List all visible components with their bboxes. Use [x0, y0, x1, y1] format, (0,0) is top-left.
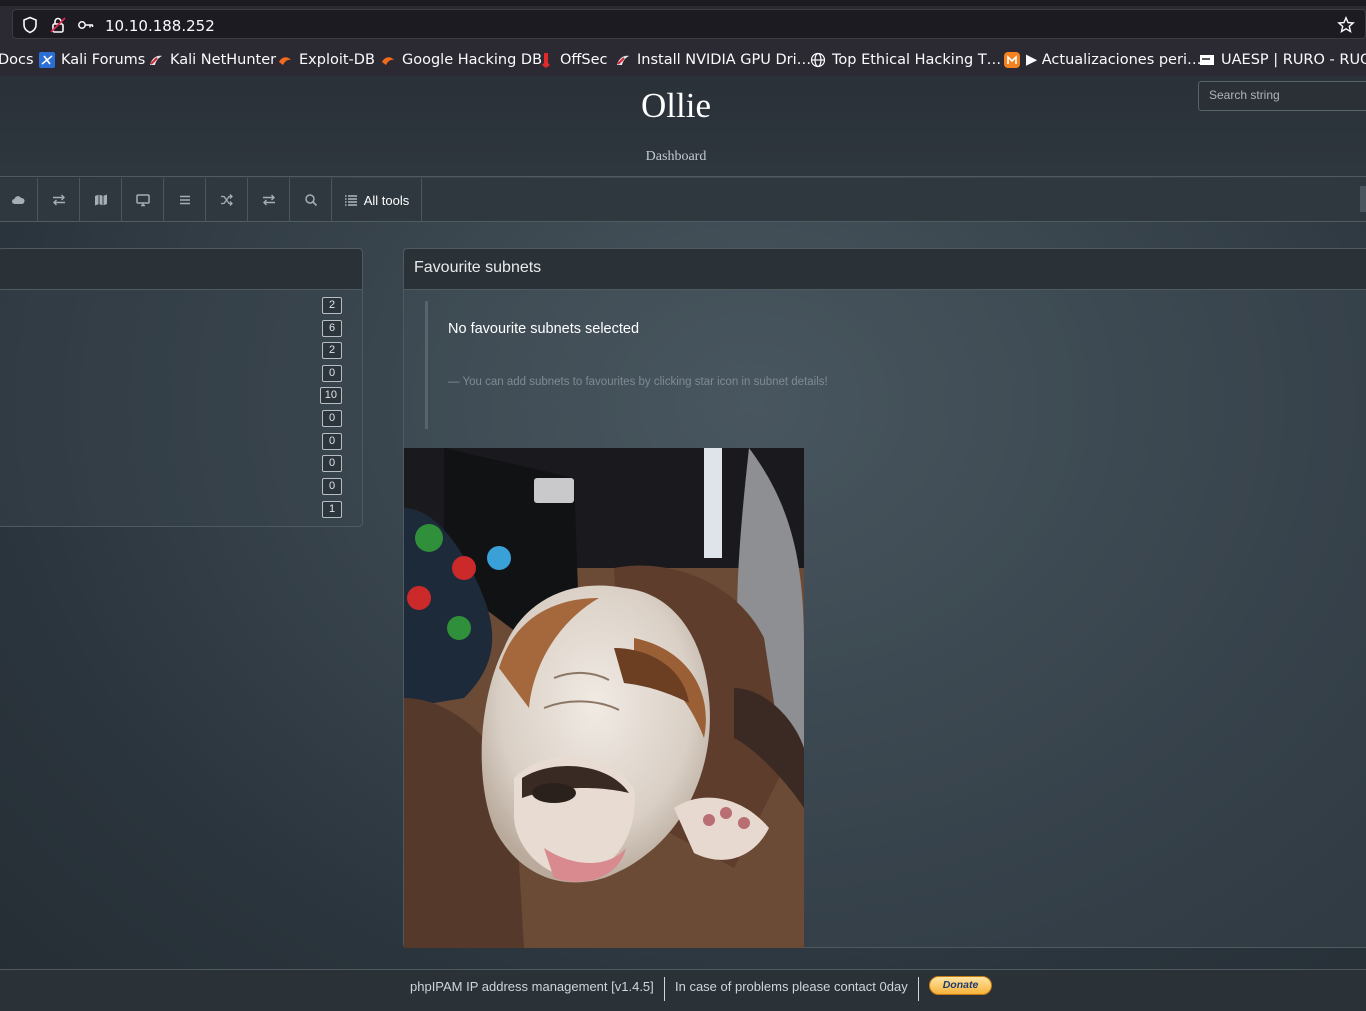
bookmark-top-ethical-hacking[interactable]: Top Ethical Hacking T… — [810, 50, 1001, 70]
bookmark-kali-forums[interactable]: Kali Forums — [39, 50, 145, 70]
count-badge: 6 — [322, 320, 342, 337]
count-badge: 2 — [322, 297, 342, 314]
address-bar[interactable]: 10.10.188.252 — [12, 9, 1366, 39]
hint-text: — You can add subnets to favourites by c… — [448, 376, 828, 388]
exchange-button[interactable] — [38, 178, 80, 222]
bookmark-label: Google Hacking DB — [402, 52, 543, 68]
bookmark-label: Kali NetHunter — [170, 52, 277, 68]
page-footer: phpIPAM IP address management [v1.4.5] I… — [0, 969, 1366, 1011]
search-input[interactable]: Search string — [1198, 81, 1366, 111]
bookmark-star-icon[interactable] — [1337, 16, 1355, 34]
globe-icon — [810, 52, 826, 68]
bookmark-label: Kali Forums — [61, 52, 146, 68]
offsec-icon — [542, 53, 550, 68]
cloud-icon — [11, 196, 25, 204]
exchange-icon — [52, 194, 65, 206]
footer-divider — [918, 977, 919, 1001]
nethunter-icon — [617, 55, 629, 65]
map-button[interactable] — [80, 178, 122, 222]
browser-toolbar: 10.10.188.252 — [0, 6, 1366, 42]
count-badge: 0 — [322, 410, 342, 427]
all-tools-label: All tools — [363, 192, 410, 208]
page-content: Ollie Dashboard Search string All tools … — [0, 76, 1366, 1011]
footer-divider — [664, 977, 665, 1001]
bookmark-label: UAESP | RURO - RUOR — [1221, 52, 1366, 68]
panel-header — [0, 249, 362, 290]
count-badge: 0 — [322, 365, 342, 382]
insecure-lock-icon[interactable] — [49, 16, 67, 34]
bookmark-label: Exploit-DB — [299, 52, 375, 68]
count-badge: 10 — [319, 387, 342, 404]
bookmark-label: Docs — [0, 52, 34, 68]
nethunter-icon — [150, 55, 162, 65]
bookmark-label: ▶ Actualizaciones peri… — [1026, 52, 1202, 68]
page-subtitle: Dashboard — [645, 149, 707, 164]
bookmark-google-hacking-db[interactable]: Google Hacking DB — [380, 50, 542, 70]
bookmark-uaesp[interactable]: UAESP | RURO - RUOR — [1199, 50, 1366, 70]
key-icon[interactable] — [77, 16, 95, 34]
favourite-subnets-panel: Favourite subnets No favourite subnets s… — [403, 248, 1366, 948]
bookmark-docs[interactable]: Docs — [0, 50, 34, 70]
map-icon — [94, 194, 107, 206]
version-text[interactable]: phpIPAM IP address management [v1.4.5] — [410, 979, 654, 994]
exploitdb-icon — [382, 57, 394, 65]
panel-title: Favourite subnets — [404, 249, 1366, 290]
url-text[interactable]: 10.10.188.252 — [105, 17, 215, 35]
donate-button[interactable]: Donate — [929, 976, 992, 995]
empty-state-quote: No favourite subnets selected — You can … — [425, 301, 1025, 429]
cloud-button[interactable] — [0, 178, 38, 222]
bookmark-exploit-db[interactable]: Exploit-DB — [277, 50, 375, 70]
desktop-icon — [135, 194, 150, 207]
bookmarks-bar: Docs Kali Forums Kali NetHunter Exploit-… — [0, 42, 1366, 76]
exploitdb-icon — [279, 57, 291, 65]
bars-icon — [179, 195, 190, 205]
bookmark-install-nvidia[interactable]: Install NVIDIA GPU Dri… — [615, 50, 811, 70]
count-badge: 2 — [322, 342, 342, 359]
shuffle-icon — [220, 194, 233, 206]
kali-icon — [39, 52, 55, 68]
scrollbar-handle[interactable] — [1360, 186, 1366, 212]
bookmark-actualizaciones[interactable]: ▶ Actualizaciones peri… — [1004, 50, 1201, 70]
empty-message: No favourite subnets selected — [448, 321, 640, 337]
bookmark-offsec[interactable]: OffSec — [538, 50, 608, 70]
subnet-stats-panel: 2 6 2 0 10 0 0 0 0 1 — [0, 248, 363, 527]
site-header: Ollie Dashboard Search string — [0, 76, 1366, 177]
site-title[interactable]: Ollie — [0, 86, 1352, 126]
exchange-button-2[interactable] — [248, 178, 290, 222]
count-badge: 0 — [322, 455, 342, 472]
search-icon — [304, 194, 317, 207]
m-icon — [1004, 52, 1020, 68]
tools-toolbar: All tools — [0, 178, 1366, 222]
desktop-button[interactable] — [122, 178, 164, 222]
search-button[interactable] — [290, 178, 332, 222]
list-button[interactable] — [164, 178, 206, 222]
list-icon — [344, 195, 357, 206]
site-icon — [1200, 55, 1214, 65]
exchange-icon — [262, 194, 275, 206]
random-button[interactable] — [206, 178, 248, 222]
bookmark-label: OffSec — [560, 52, 608, 68]
shield-icon[interactable] — [21, 16, 39, 34]
bookmark-kali-nethunter[interactable]: Kali NetHunter — [148, 50, 276, 70]
contact-text[interactable]: In case of problems please contact 0day — [675, 979, 908, 994]
bookmark-label: Install NVIDIA GPU Dri… — [637, 52, 812, 68]
count-badge: 1 — [322, 501, 342, 518]
bulldog-photo — [404, 448, 804, 948]
all-tools-button[interactable]: All tools — [332, 178, 422, 222]
count-badge: 0 — [322, 433, 342, 450]
count-badge: 0 — [322, 478, 342, 495]
bookmark-label: Top Ethical Hacking T… — [832, 52, 1002, 68]
